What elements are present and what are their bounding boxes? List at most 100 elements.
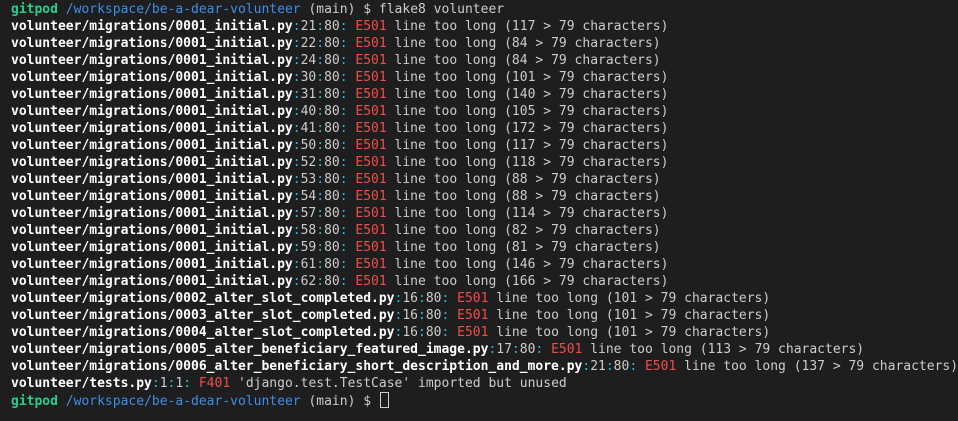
error-line-number: 17 — [496, 342, 512, 357]
error-code: E501 — [355, 206, 387, 221]
error-line-number: 52 — [300, 155, 317, 170]
lint-error-line: volunteer/migrations/0001_initial.py:41:… — [11, 121, 669, 136]
error-message: line too long (105 > 79 characters) — [394, 104, 669, 119]
error-line-number: 21 — [590, 359, 606, 374]
error-code: E501 — [355, 121, 387, 136]
error-line-number: 22 — [300, 36, 317, 51]
error-file-path: volunteer/migrations/0005_alter_benefici… — [11, 342, 489, 357]
prompt-branch: (main) — [308, 394, 356, 409]
text-cursor[interactable] — [379, 392, 389, 408]
error-file-path: volunteer/migrations/0001_initial.py — [11, 274, 293, 289]
error-code: E501 — [355, 189, 387, 204]
error-file-path: volunteer/migrations/0001_initial.py — [11, 19, 293, 34]
error-file-path: volunteer/migrations/0001_initial.py — [11, 53, 293, 68]
error-line-number: 59 — [300, 240, 317, 255]
error-line-number: 30 — [300, 70, 317, 85]
prompt-path: /workspace/be-a-dear-volunteer — [65, 394, 301, 409]
lint-error-line: volunteer/migrations/0005_alter_benefici… — [11, 342, 865, 357]
error-message: 'django.test.TestCase' imported but unus… — [238, 376, 567, 391]
command-prompt-line: gitpod /workspace/be-a-dear-volunteer (m… — [11, 1, 958, 18]
lint-error-line: volunteer/migrations/0001_initial.py:24:… — [11, 53, 661, 68]
lint-error-line: volunteer/migrations/0001_initial.py:40:… — [11, 104, 669, 119]
error-line-number: 16 — [402, 291, 418, 306]
error-column-number: 80 — [324, 155, 340, 170]
error-message: line too long (117 > 79 characters) — [394, 138, 669, 153]
lint-error-line: volunteer/migrations/0001_initial.py:31:… — [11, 87, 669, 102]
error-code: E501 — [355, 19, 387, 34]
error-file-path: volunteer/migrations/0001_initial.py — [11, 70, 293, 85]
error-column-number: 80 — [613, 359, 630, 374]
error-code: E501 — [355, 138, 387, 153]
error-code: E501 — [457, 291, 489, 306]
lint-error-line: volunteer/migrations/0001_initial.py:54:… — [11, 189, 661, 204]
error-column-number: 80 — [324, 189, 340, 204]
error-message: line too long (101 > 79 characters) — [496, 291, 771, 306]
error-message: line too long (101 > 79 characters) — [394, 70, 669, 85]
lint-error-line: volunteer/migrations/0001_initial.py:52:… — [11, 155, 669, 170]
error-line-number: 16 — [402, 308, 418, 323]
prompt-command: flake8 volunteer — [378, 2, 505, 17]
active-prompt-line[interactable]: gitpod /workspace/be-a-dear-volunteer (m… — [11, 392, 958, 409]
error-line-number: 62 — [300, 274, 317, 289]
lint-error-line: volunteer/migrations/0001_initial.py:62:… — [11, 274, 669, 289]
error-message: line too long (88 > 79 characters) — [394, 172, 661, 187]
error-column-number: 80 — [324, 172, 340, 187]
terminal-output[interactable]: gitpod /workspace/be-a-dear-volunteer (m… — [0, 0, 958, 421]
error-code: E501 — [355, 240, 387, 255]
error-line-number: 53 — [300, 172, 317, 187]
lint-error-line: volunteer/migrations/0001_initial.py:30:… — [11, 70, 669, 85]
error-file-path: volunteer/migrations/0004_alter_slot_com… — [11, 325, 395, 340]
error-message: line too long (137 > 79 characters) — [684, 359, 958, 374]
error-column-number: 80 — [324, 121, 340, 136]
error-file-path: volunteer/migrations/0001_initial.py — [11, 257, 293, 272]
error-line-number: 1 — [159, 376, 168, 391]
prompt-branch: (main) — [308, 2, 356, 17]
error-column-number: 80 — [519, 342, 536, 357]
lint-error-line: volunteer/tests.py:1:1: F401 'django.tes… — [11, 376, 567, 391]
lint-error-line: volunteer/migrations/0003_alter_slot_com… — [11, 308, 771, 323]
error-column-number: 80 — [425, 325, 442, 340]
error-message: line too long (140 > 79 characters) — [394, 87, 669, 102]
lint-error-line: volunteer/migrations/0004_alter_slot_com… — [11, 325, 771, 340]
error-code: E501 — [457, 325, 489, 340]
error-file-path: volunteer/migrations/0001_initial.py — [11, 36, 293, 51]
error-code: E501 — [355, 257, 387, 272]
error-file-path: volunteer/migrations/0001_initial.py — [11, 87, 293, 102]
error-column-number: 80 — [324, 240, 340, 255]
error-message: line too long (82 > 79 characters) — [394, 223, 661, 238]
error-code: E501 — [355, 70, 387, 85]
error-code: E501 — [644, 359, 677, 374]
error-code: E501 — [355, 104, 387, 119]
prompt-user: gitpod — [11, 394, 58, 409]
error-column-number: 80 — [324, 87, 340, 102]
error-column-number: 80 — [425, 291, 442, 306]
error-message: line too long (114 > 79 characters) — [394, 206, 669, 221]
error-code: E501 — [355, 87, 387, 102]
error-line-number: 50 — [300, 138, 317, 153]
error-column-number: 80 — [324, 70, 340, 85]
error-column-number: 80 — [324, 206, 340, 221]
error-line-number: 57 — [300, 206, 317, 221]
error-message: line too long (146 > 79 characters) — [394, 257, 669, 272]
prompt-symbol: $ — [363, 2, 372, 17]
error-file-path: volunteer/migrations/0001_initial.py — [11, 189, 293, 204]
error-column-number: 80 — [324, 104, 340, 119]
error-file-path: volunteer/migrations/0001_initial.py — [11, 138, 293, 153]
error-message: line too long (172 > 79 characters) — [394, 121, 669, 136]
error-column-number: 80 — [324, 19, 340, 34]
lint-error-line: volunteer/migrations/0001_initial.py:22:… — [11, 36, 661, 51]
error-message: line too long (101 > 79 characters) — [496, 325, 771, 340]
error-column-number: 80 — [324, 53, 340, 68]
error-file-path: volunteer/migrations/0001_initial.py — [11, 104, 293, 119]
error-column-number: 80 — [425, 308, 442, 323]
error-code: E501 — [355, 223, 387, 238]
prompt-symbol: $ — [363, 394, 372, 409]
error-line-number: 31 — [300, 87, 317, 102]
error-file-path: volunteer/migrations/0001_initial.py — [11, 121, 293, 136]
error-code: F401 — [198, 376, 231, 391]
prompt-user: gitpod — [11, 2, 58, 17]
error-line-number: 54 — [300, 189, 317, 204]
lint-error-line: volunteer/migrations/0001_initial.py:57:… — [11, 206, 669, 221]
error-code: E501 — [355, 274, 387, 289]
error-message: line too long (84 > 79 characters) — [394, 36, 661, 51]
